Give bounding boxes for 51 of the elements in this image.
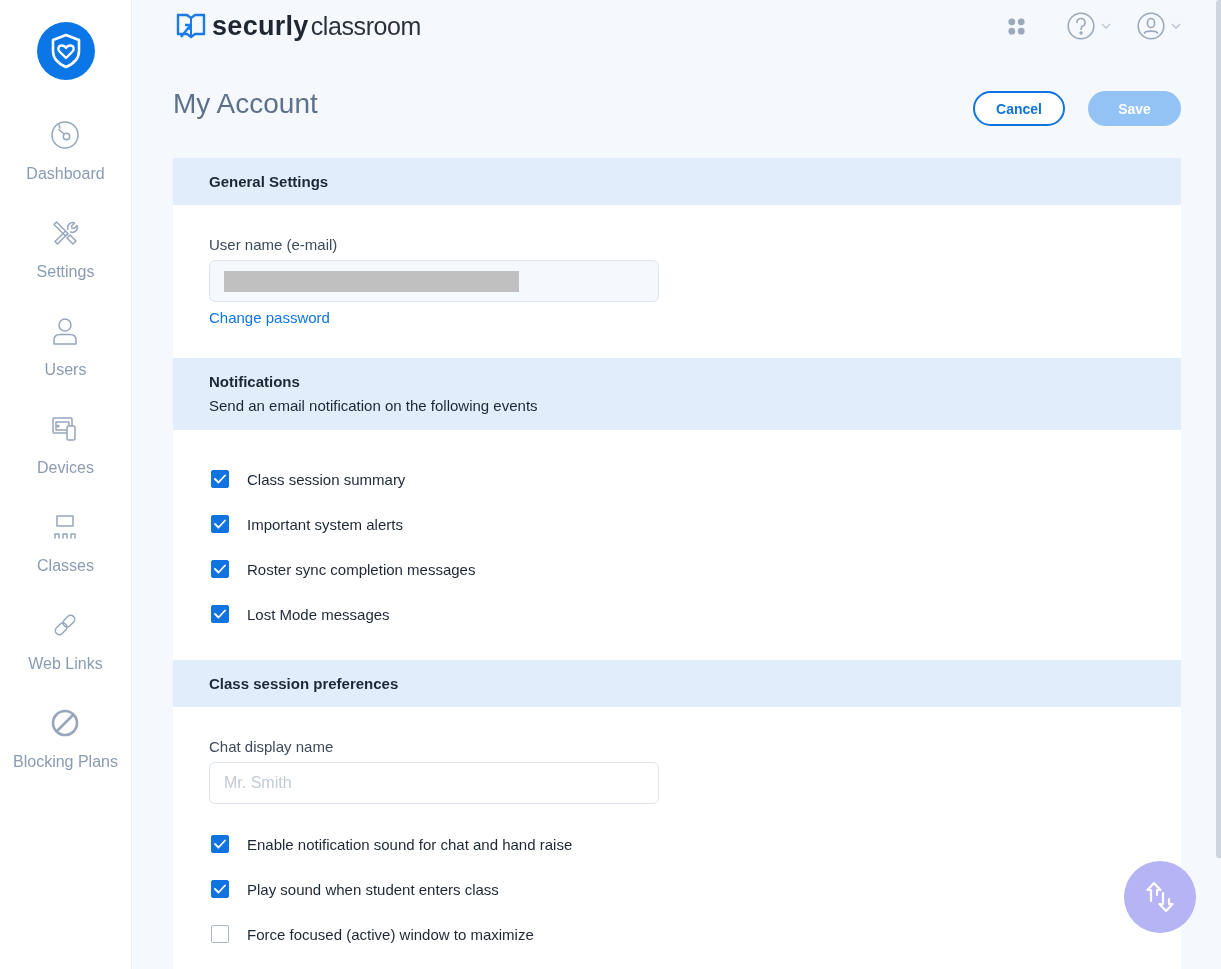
gauge-icon	[50, 120, 81, 150]
section-title: Notifications	[209, 372, 301, 392]
checkbox-label: Lost Mode messages	[247, 605, 390, 623]
cancel-button[interactable]: Cancel	[973, 91, 1065, 126]
checkmark-icon	[214, 564, 226, 574]
section-subtitle: Send an email notification on the following events	[209, 396, 539, 416]
nav-item[interactable]: Classes	[37, 512, 94, 575]
page-title: My Account	[173, 90, 318, 118]
nav-item[interactable]: Dashboard	[26, 120, 105, 183]
checkmark-icon	[214, 884, 226, 894]
checkbox[interactable]	[211, 560, 229, 578]
checkbox-label: Play sound when student enters class	[247, 880, 499, 898]
field-label: Chat display name	[209, 738, 334, 756]
user-avatar-icon	[1137, 12, 1165, 40]
shield-heart-logo-icon[interactable]	[36, 22, 95, 80]
nav-item[interactable]: Blocking Plans	[13, 708, 118, 771]
checkbox-label: Force focused (active) window to maximize	[247, 925, 534, 943]
nav-item[interactable]: Settings	[36, 218, 95, 281]
blocked-icon	[50, 708, 81, 738]
checkbox-label: Class session summary	[247, 470, 406, 488]
book-logo-icon	[176, 12, 206, 40]
brand-name: securly	[212, 10, 309, 42]
text-link[interactable]: Change password	[209, 309, 330, 327]
checkbox-label: Roster sync completion messages	[247, 560, 476, 578]
checkmark-icon	[214, 519, 226, 529]
checkbox[interactable]	[211, 605, 229, 623]
checkmark-icon	[214, 609, 226, 619]
up-down-arrows-icon	[1145, 881, 1175, 913]
section-title: Class session preferences	[209, 673, 400, 694]
scrollbar-thumb[interactable]	[1216, 0, 1221, 858]
checkmark-icon	[214, 839, 226, 849]
checkbox[interactable]	[211, 925, 229, 943]
field-label: User name (e-mail)	[209, 236, 338, 254]
section-title: General Settings	[209, 171, 330, 192]
nav-item[interactable]: Users	[44, 316, 87, 379]
checkbox-label: Important system alerts	[247, 515, 403, 533]
tools-icon	[50, 218, 81, 248]
chevron-down-icon	[1171, 23, 1181, 29]
checkbox[interactable]	[211, 470, 229, 488]
checkbox[interactable]	[211, 880, 229, 898]
text-field[interactable]: Mr. Smith	[209, 762, 659, 804]
product-name: classroom	[310, 11, 421, 41]
checkbox[interactable]	[211, 835, 229, 853]
checkmark-icon	[214, 474, 226, 484]
nav-item[interactable]: Devices	[37, 414, 94, 477]
checkbox[interactable]	[211, 515, 229, 533]
nav-item[interactable]: Web Links	[28, 610, 103, 673]
help-icon	[1067, 12, 1095, 40]
text-field[interactable]	[209, 260, 659, 302]
chevron-down-icon	[1101, 23, 1111, 29]
checkbox-label: Enable notification sound for chat and hand raise	[247, 835, 573, 853]
